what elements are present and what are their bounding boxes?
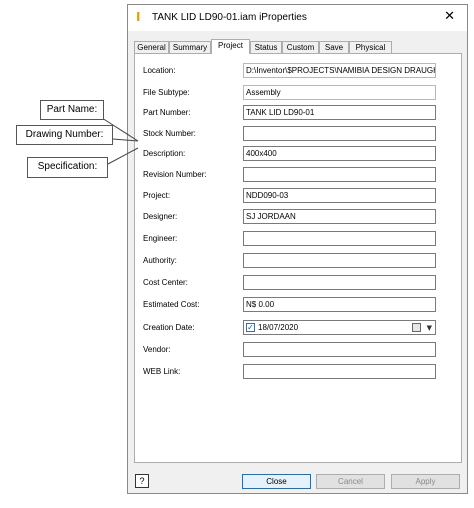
apply-button[interactable]: Apply: [391, 474, 460, 489]
inventor-icon: I: [136, 10, 141, 24]
cancel-button[interactable]: Cancel: [316, 474, 385, 489]
drawing-number-callout: Drawing Number:: [16, 125, 113, 145]
project-label: Project:: [143, 191, 171, 200]
estimated-cost-input[interactable]: N$ 0.00: [243, 297, 436, 312]
tab-status[interactable]: Status: [250, 41, 282, 53]
tab-custom[interactable]: Custom: [282, 41, 319, 53]
close-button[interactable]: Close: [242, 474, 311, 489]
description-label: Description:: [143, 149, 186, 158]
tab-physical[interactable]: Physical: [349, 41, 392, 53]
web-link-input[interactable]: [243, 364, 436, 379]
designer-input[interactable]: SJ JORDAAN: [243, 209, 436, 224]
authority-input[interactable]: [243, 253, 436, 268]
project-input[interactable]: NDD090-03: [243, 188, 436, 203]
engineer-label: Engineer:: [143, 234, 178, 243]
stock-number-input[interactable]: [243, 126, 436, 141]
tab-summary[interactable]: Summary: [169, 41, 211, 53]
creation-date-picker[interactable]: ✓ 18/07/2020 ▼: [243, 320, 436, 335]
window-title: TANK LID LD90-01.iam iProperties: [152, 12, 307, 23]
cost-center-label: Cost Center:: [143, 278, 188, 287]
tab-save[interactable]: Save: [319, 41, 349, 53]
tab-project[interactable]: Project: [211, 39, 250, 54]
tab-general[interactable]: General: [134, 41, 169, 53]
part-number-input[interactable]: TANK LID LD90-01: [243, 105, 436, 120]
iproperties-dialog: I TANK LID LD90-01.iam iProperties ✕ Gen…: [127, 4, 468, 494]
vendor-input[interactable]: [243, 342, 436, 357]
creation-date-label: Creation Date:: [143, 323, 195, 332]
revision-number-label: Revision Number:: [143, 170, 207, 179]
part-number-label: Part Number:: [143, 108, 191, 117]
designer-label: Designer:: [143, 212, 178, 221]
title-bar: I TANK LID LD90-01.iam iProperties ✕: [128, 5, 467, 31]
location-label: Location:: [143, 66, 176, 75]
chevron-down-icon[interactable]: ▼: [427, 322, 432, 334]
engineer-input[interactable]: [243, 231, 436, 246]
stock-number-label: Stock Number:: [143, 129, 196, 138]
file-subtype-field: Assembly: [243, 85, 436, 100]
calendar-icon[interactable]: [412, 323, 421, 332]
authority-label: Authority:: [143, 256, 177, 265]
estimated-cost-label: Estimated Cost:: [143, 300, 200, 309]
specification-callout: Specification:: [27, 157, 108, 178]
description-input[interactable]: 400x400: [243, 146, 436, 161]
close-icon[interactable]: ✕: [444, 10, 455, 23]
location-field: D:\Inventor\$PROJECTS\NAMIBIA DESIGN DRA…: [243, 63, 436, 78]
cost-center-input[interactable]: [243, 275, 436, 290]
web-link-label: WEB Link:: [143, 367, 181, 376]
dialog-button-bar: ? Close Cancel Apply: [128, 467, 467, 493]
project-panel: Location: D:\Inventor\$PROJECTS\NAMIBIA …: [134, 53, 462, 463]
vendor-label: Vendor:: [143, 345, 171, 354]
revision-number-input[interactable]: [243, 167, 436, 182]
file-subtype-label: File Subtype:: [143, 88, 190, 97]
part-name-callout: Part Name:: [40, 100, 104, 120]
creation-date-value: 18/07/2020: [258, 323, 299, 332]
help-button[interactable]: ?: [135, 474, 149, 488]
creation-date-checkbox[interactable]: ✓: [246, 323, 255, 332]
